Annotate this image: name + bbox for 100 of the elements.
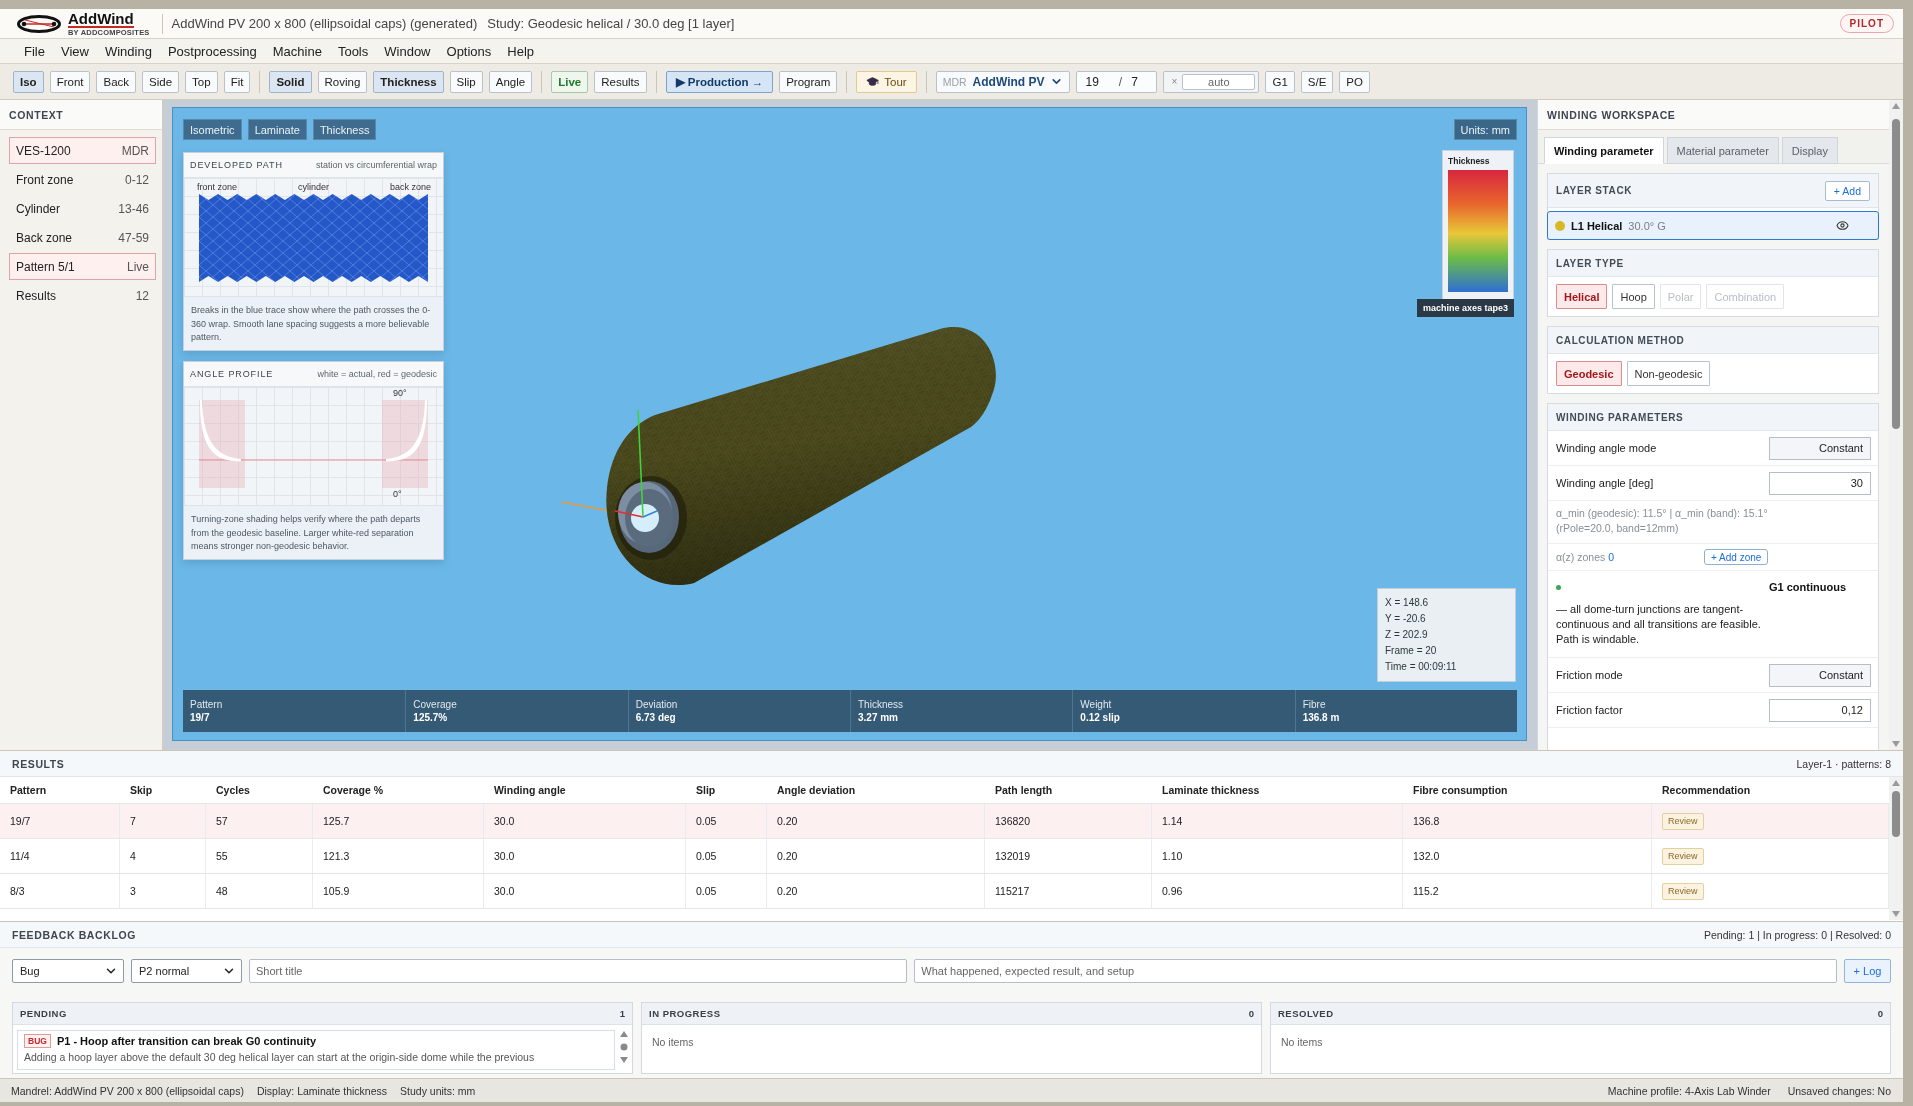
option-button[interactable]: Geodesic bbox=[1556, 361, 1622, 386]
context-item[interactable]: Back zone 47-59 bbox=[9, 224, 156, 251]
toolbar-button[interactable]: Iso bbox=[13, 70, 44, 93]
eye-icon[interactable] bbox=[1836, 219, 1849, 232]
add-zone-button[interactable]: + Add zone bbox=[1704, 549, 1769, 565]
column-header: Skip bbox=[129, 783, 154, 798]
table-row[interactable]: 8/3 3 48 105.9 30.0 0.05 0.20 115217 0.96 115.2 Review bbox=[0, 874, 1889, 909]
section-title: FEEDBACK BACKLOG bbox=[12, 928, 136, 941]
section-title: CALCULATION METHOD bbox=[1556, 334, 1685, 346]
column-title: PENDING bbox=[20, 1008, 67, 1019]
stat-label: Deviation bbox=[635, 698, 678, 711]
menu-item[interactable]: Help bbox=[499, 43, 543, 59]
input-field[interactable]: 0,12 bbox=[1769, 698, 1871, 722]
context-item[interactable]: Results 12 bbox=[9, 282, 156, 309]
log-button[interactable]: + Log bbox=[1844, 959, 1891, 983]
production-button[interactable]: ▶ Production → bbox=[665, 70, 774, 93]
toolbar-button[interactable]: Front bbox=[49, 70, 91, 93]
scrollbar[interactable] bbox=[619, 1030, 629, 1064]
option-button[interactable]: Helical bbox=[1556, 284, 1608, 309]
context-item[interactable]: VES-1200 MDR bbox=[9, 137, 156, 164]
stat-label: Fibre bbox=[1302, 698, 1326, 711]
select-field[interactable]: Constant bbox=[1769, 436, 1871, 460]
dropdown-select[interactable]: Bug bbox=[12, 959, 124, 983]
toolbar-button[interactable]: Roving bbox=[317, 70, 368, 93]
context-item[interactable]: Pattern 5/1 Live bbox=[9, 253, 156, 280]
field-label: Winding angle [deg] bbox=[1556, 477, 1654, 489]
toolbar-button[interactable]: Side bbox=[142, 70, 180, 93]
column-header: Cycles bbox=[215, 783, 251, 798]
backlog-item[interactable]: BUG P1 - Hoop after transition can break G0 continuity Adding a hoop layer above the default 30 deg helical layer can start at the origin-side dome while the previous bbox=[17, 1030, 615, 1070]
stat-value: 136.8 m bbox=[1302, 711, 1340, 724]
dropdown-select[interactable]: P2 normal bbox=[131, 959, 242, 983]
card-subtitle: station vs circumferential wrap bbox=[315, 160, 437, 170]
type-tag: BUG bbox=[24, 1034, 51, 1048]
mode-badge: PILOT bbox=[1839, 14, 1894, 33]
menu-item[interactable]: Machine bbox=[264, 43, 330, 59]
toolbar-button[interactable]: G1 bbox=[1265, 70, 1295, 93]
toolbar-button[interactable]: S/E bbox=[1300, 70, 1334, 93]
toolbar-button[interactable]: Fit bbox=[223, 70, 251, 93]
toolbar-button[interactable]: Slip bbox=[449, 70, 483, 93]
menu-item[interactable]: Winding bbox=[96, 43, 160, 59]
view-tab[interactable]: Isometric bbox=[183, 119, 242, 140]
add-button[interactable]: + Add bbox=[1824, 180, 1870, 201]
logo-wordmark: AddWind bbox=[68, 10, 134, 28]
context-item[interactable]: Cylinder 13-46 bbox=[9, 195, 156, 222]
menu-item[interactable]: View bbox=[52, 43, 97, 59]
input-field[interactable]: What happened, expected result, and setup bbox=[914, 959, 1837, 983]
option-button[interactable]: Non-geodesic bbox=[1626, 361, 1711, 386]
live-toggle[interactable]: Live bbox=[551, 70, 589, 93]
menu-item[interactable]: Options bbox=[438, 43, 500, 59]
toolbar-button[interactable]: PO bbox=[1339, 70, 1370, 93]
input-field[interactable]: Short title bbox=[249, 959, 908, 983]
tab[interactable]: Material parameter bbox=[1666, 137, 1779, 164]
tour-button[interactable]: Tour bbox=[856, 70, 917, 93]
table-row[interactable]: 11/4 4 55 121.3 30.0 0.05 0.20 132019 1.10 132.0 Review bbox=[0, 839, 1889, 874]
input-field[interactable]: 30 bbox=[1769, 471, 1871, 495]
toolbar-button[interactable]: Back bbox=[96, 70, 137, 93]
layer-item[interactable]: L1 Helical 30.0° G bbox=[1547, 211, 1879, 240]
review-button[interactable]: Review bbox=[1662, 812, 1704, 830]
view-tab[interactable]: Laminate bbox=[247, 119, 307, 140]
field-label: Winding angle mode bbox=[1556, 442, 1657, 454]
document-title: AddWind PV 200 x 800 (ellipsoidal caps) (generated) bbox=[171, 16, 478, 31]
menu-item[interactable]: Postprocessing bbox=[159, 43, 265, 59]
select-field[interactable]: Constant bbox=[1769, 663, 1871, 687]
toolbar-button[interactable]: Top bbox=[185, 70, 218, 93]
units-badge: Units: mm bbox=[1453, 119, 1517, 140]
stat-value: 6.73 deg bbox=[635, 711, 676, 724]
pattern-field[interactable]: 19 / 7 bbox=[1076, 70, 1158, 93]
toolbar-button[interactable]: Solid bbox=[269, 70, 312, 93]
readout-text: Y = -20.6 bbox=[1385, 612, 1427, 626]
menu-item[interactable]: Window bbox=[376, 43, 439, 59]
option-button[interactable]: Hoop bbox=[1612, 284, 1655, 309]
toolbar-button[interactable]: Results bbox=[594, 70, 647, 93]
context-item[interactable]: Front zone 0-12 bbox=[9, 166, 156, 193]
table-cell: 48 bbox=[206, 874, 313, 908]
field-label: Friction factor bbox=[1556, 704, 1623, 716]
table-cell: 0.05 bbox=[686, 804, 767, 838]
tab[interactable]: Winding parameter bbox=[1544, 137, 1664, 164]
column-count: 1 bbox=[619, 1008, 625, 1019]
input-field[interactable]: auto bbox=[1182, 73, 1256, 90]
scrollbar[interactable] bbox=[1889, 777, 1903, 920]
toolbar-button[interactable]: Thickness bbox=[373, 70, 444, 93]
table-cell: 1.10 bbox=[1152, 839, 1403, 873]
status-text: Study units: mm bbox=[400, 1084, 476, 1097]
tab[interactable]: Display bbox=[1781, 137, 1838, 164]
stat-value: 19/7 bbox=[190, 711, 210, 724]
column-header: Laminate thickness bbox=[1161, 783, 1261, 798]
table-cell: 1.14 bbox=[1152, 804, 1403, 838]
review-button[interactable]: Review bbox=[1662, 847, 1704, 865]
table-row[interactable]: 19/7 7 57 125.7 30.0 0.05 0.20 136820 1.14 136.8 Review bbox=[0, 804, 1889, 839]
menu-item[interactable]: Tools bbox=[329, 43, 377, 59]
column-header: Pattern bbox=[9, 783, 48, 798]
machine-select[interactable]: MDR AddWind PV bbox=[935, 70, 1071, 93]
column-count: 0 bbox=[1248, 1008, 1254, 1019]
toolbar-button[interactable]: Angle bbox=[488, 70, 533, 93]
toolbar-button[interactable]: Program bbox=[779, 70, 838, 93]
table-cell: 30.0 bbox=[484, 804, 686, 838]
table-cell: 7 bbox=[120, 804, 206, 838]
review-button[interactable]: Review bbox=[1662, 882, 1704, 900]
menu-item[interactable]: File bbox=[16, 43, 53, 59]
view-tab[interactable]: Thickness bbox=[312, 119, 377, 140]
